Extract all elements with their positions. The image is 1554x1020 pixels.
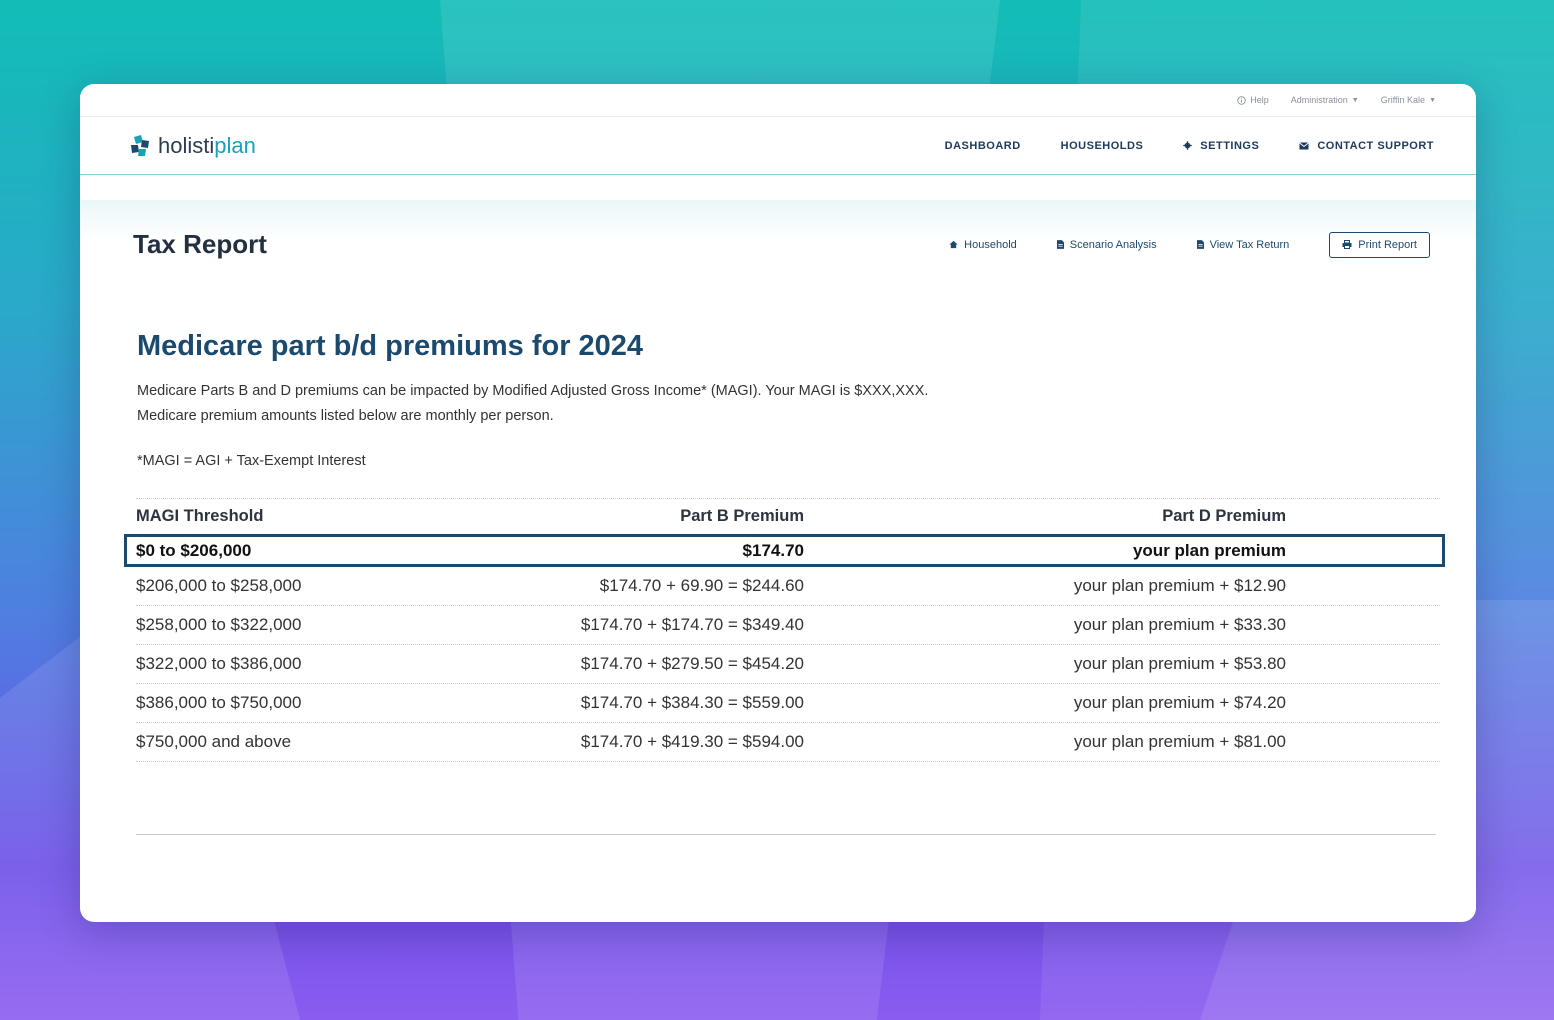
- nav-settings[interactable]: SETTINGS: [1183, 140, 1259, 152]
- cell-magi-threshold: $0 to $206,000: [136, 540, 252, 560]
- scenario-analysis-link[interactable]: Scenario Analysis: [1056, 238, 1157, 251]
- nav-dashboard[interactable]: DASHBOARD: [945, 140, 1021, 152]
- user-name: Griffin Kale: [1380, 95, 1426, 105]
- gear-icon: [1183, 141, 1193, 150]
- nav-contact-support-label: CONTACT SUPPORT: [1317, 139, 1434, 152]
- household-link-label: Household: [964, 238, 1017, 251]
- help-link[interactable]: Help: [1237, 95, 1269, 105]
- page-header: Tax Report Household Scenario Analysis V…: [133, 229, 1430, 260]
- section-title: Medicare part b/d premiums for 2024: [137, 330, 644, 362]
- cell-part-b-premium: $174.70 + $384.30 = $559.00: [580, 693, 804, 712]
- table-row: $322,000 to $386,000 $174.70 + $279.50 =…: [136, 645, 1440, 684]
- description-line-1: Medicare Parts B and D premiums can be i…: [137, 383, 929, 399]
- nav-households[interactable]: HOUSEHOLDS: [1061, 140, 1144, 152]
- main-navbar: holistiplan DASHBOARD HOUSEHOLDS SETTING…: [80, 117, 1476, 175]
- printer-icon: [1342, 240, 1352, 249]
- print-report-label: Print Report: [1358, 238, 1417, 251]
- caret-down-icon: ▼: [1429, 96, 1436, 104]
- header-part-d-premium: Part D Premium: [1162, 507, 1286, 525]
- cell-magi-threshold: $206,000 to $258,000: [136, 576, 302, 595]
- home-icon: [949, 240, 958, 249]
- info-circle-icon: [1237, 95, 1246, 105]
- scenario-analysis-label: Scenario Analysis: [1069, 238, 1157, 251]
- view-tax-return-label: View Tax Return: [1209, 238, 1290, 251]
- description-line-2: Medicare premium amounts listed below ar…: [137, 408, 554, 424]
- nav-households-label: HOUSEHOLDS: [1060, 139, 1144, 152]
- cell-part-d-premium: your plan premium + $74.20: [1073, 693, 1286, 712]
- document-icon: [1196, 240, 1204, 249]
- nav-contact-support[interactable]: CONTACT SUPPORT: [1299, 140, 1434, 152]
- cell-part-b-premium: $174.70 + 69.90 = $244.60: [599, 576, 804, 595]
- household-link[interactable]: Household: [949, 239, 1017, 251]
- cell-part-d-premium: your plan premium + $53.80: [1073, 654, 1286, 673]
- nav-settings-label: SETTINGS: [1200, 139, 1260, 152]
- print-report-button[interactable]: Print Report: [1329, 231, 1430, 258]
- cell-part-b-premium: $174.70 + $419.30 = $594.00: [580, 732, 804, 751]
- table-row: $750,000 and above $174.70 + $419.30 = $…: [136, 723, 1440, 762]
- page-actions: Household Scenario Analysis View Tax Ret…: [949, 231, 1430, 258]
- cell-magi-threshold: $258,000 to $322,000: [136, 615, 302, 634]
- section-description: Medicare Parts B and D premiums can be i…: [137, 379, 1441, 429]
- medicare-section: Medicare part b/d premiums for 2024 Medi…: [137, 330, 1441, 469]
- cell-part-d-premium: your plan premium + $81.00: [1073, 732, 1286, 751]
- envelope-icon: [1299, 141, 1310, 149]
- header-part-b-premium: Part B Premium: [680, 507, 804, 525]
- logo-mark-icon: [131, 134, 149, 156]
- utility-bar: Help Administration ▼ Griffin Kale ▼: [80, 84, 1476, 117]
- nav-dashboard-label: DASHBOARD: [944, 139, 1021, 152]
- header-magi-threshold: MAGI Threshold: [136, 507, 264, 525]
- table-row: $386,000 to $750,000 $174.70 + $384.30 =…: [136, 684, 1440, 723]
- cell-magi-threshold: $750,000 and above: [136, 732, 292, 751]
- holistiplan-logo[interactable]: holistiplan: [128, 133, 256, 159]
- premiums-table: MAGI Threshold Part B Premium Part D Pre…: [124, 498, 1445, 762]
- cell-magi-threshold: $386,000 to $750,000: [136, 693, 302, 712]
- help-label: Help: [1250, 95, 1269, 105]
- cell-part-b-premium: $174.70 + $279.50 = $454.20: [580, 654, 804, 673]
- nav-links: DASHBOARD HOUSEHOLDS SETTINGS CONTACT SU…: [945, 140, 1434, 152]
- table-row: $206,000 to $258,000 $174.70 + 69.90 = $…: [136, 567, 1440, 606]
- table-row: $258,000 to $322,000 $174.70 + $174.70 =…: [136, 606, 1440, 645]
- logo-text-plan: plan: [214, 132, 256, 158]
- cell-magi-threshold: $322,000 to $386,000: [136, 654, 302, 673]
- administration-label: Administration: [1290, 95, 1348, 105]
- app-window: Help Administration ▼ Griffin Kale ▼ hol…: [80, 84, 1476, 922]
- caret-down-icon: ▼: [1351, 96, 1359, 104]
- table-row-highlighted: $0 to $206,000 $174.70 your plan premium: [124, 534, 1445, 567]
- cell-part-d-premium: your plan premium + $12.90: [1073, 576, 1286, 595]
- table-header-row: MAGI Threshold Part B Premium Part D Pre…: [136, 498, 1440, 534]
- section-divider: [136, 834, 1436, 835]
- view-tax-return-link[interactable]: View Tax Return: [1196, 238, 1290, 251]
- cell-part-d-premium: your plan premium: [1132, 540, 1286, 560]
- page-title: Tax Report: [133, 229, 267, 259]
- document-icon: [1056, 240, 1064, 249]
- cell-part-d-premium: your plan premium + $33.30: [1073, 615, 1286, 634]
- user-menu[interactable]: Griffin Kale ▼: [1381, 95, 1436, 105]
- logo-text-holisti: holisti: [158, 132, 215, 158]
- cell-part-b-premium: $174.70: [742, 540, 804, 560]
- magi-footnote: *MAGI = AGI + Tax-Exempt Interest: [137, 453, 366, 469]
- administration-menu[interactable]: Administration ▼: [1291, 95, 1359, 105]
- cell-part-b-premium: $174.70 + $174.70 = $349.40: [580, 615, 804, 634]
